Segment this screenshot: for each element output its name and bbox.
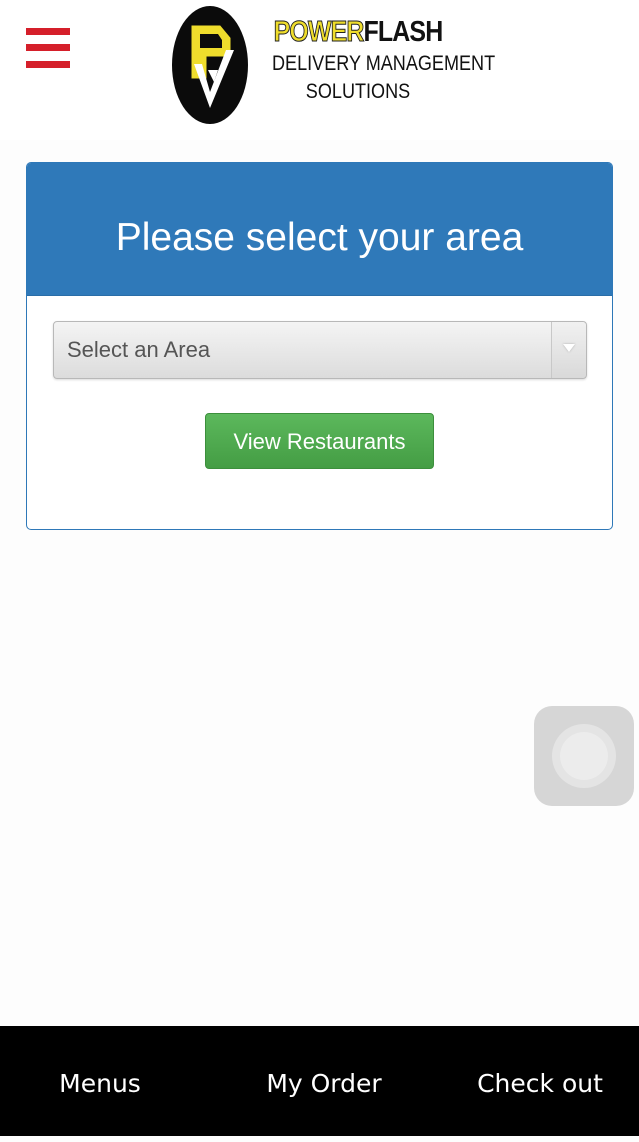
assistive-touch-dot-icon	[560, 732, 608, 780]
nav-item-check-out[interactable]: Check out	[440, 1026, 639, 1136]
app-header: POWERFLASH DELIVERY MANAGEMENT SOLUTIONS	[0, 0, 639, 140]
panel-title: Please select your area	[115, 216, 524, 259]
dropdown-arrow-icon	[563, 344, 575, 352]
logo-brand-flash: FLASH	[363, 16, 444, 48]
bottom-navigation: Menus My Order Check out	[0, 1026, 639, 1136]
nav-item-my-order[interactable]: My Order	[224, 1026, 424, 1136]
logo-brand: POWERFLASH	[272, 14, 444, 50]
powerflash-logo-mark	[172, 6, 248, 124]
assistive-touch-ring-icon	[552, 724, 616, 788]
nav-item-menus[interactable]: Menus	[0, 1026, 200, 1136]
logo-brand-power: POWER	[273, 16, 365, 49]
assistive-touch-button[interactable]	[534, 706, 634, 806]
logo-subtitle-line1: DELIVERY MANAGEMENT	[272, 52, 496, 75]
dropdown-toggle[interactable]	[551, 322, 586, 378]
area-select-panel: Please select your area Select an Area V…	[26, 162, 613, 530]
area-select-value: Select an Area	[67, 337, 211, 362]
panel-header: Please select your area	[27, 163, 612, 296]
hamburger-bar	[26, 28, 70, 35]
hamburger-bar	[26, 61, 70, 68]
hamburger-menu-icon[interactable]	[26, 28, 72, 72]
area-select-dropdown[interactable]: Select an Area	[53, 321, 587, 379]
powerflash-logo-text: POWERFLASH DELIVERY MANAGEMENT SOLUTIONS	[258, 14, 496, 106]
view-restaurants-button[interactable]: View Restaurants	[205, 413, 434, 469]
logo-subtitle-line2: SOLUTIONS	[305, 80, 411, 103]
hamburger-bar	[26, 44, 70, 51]
